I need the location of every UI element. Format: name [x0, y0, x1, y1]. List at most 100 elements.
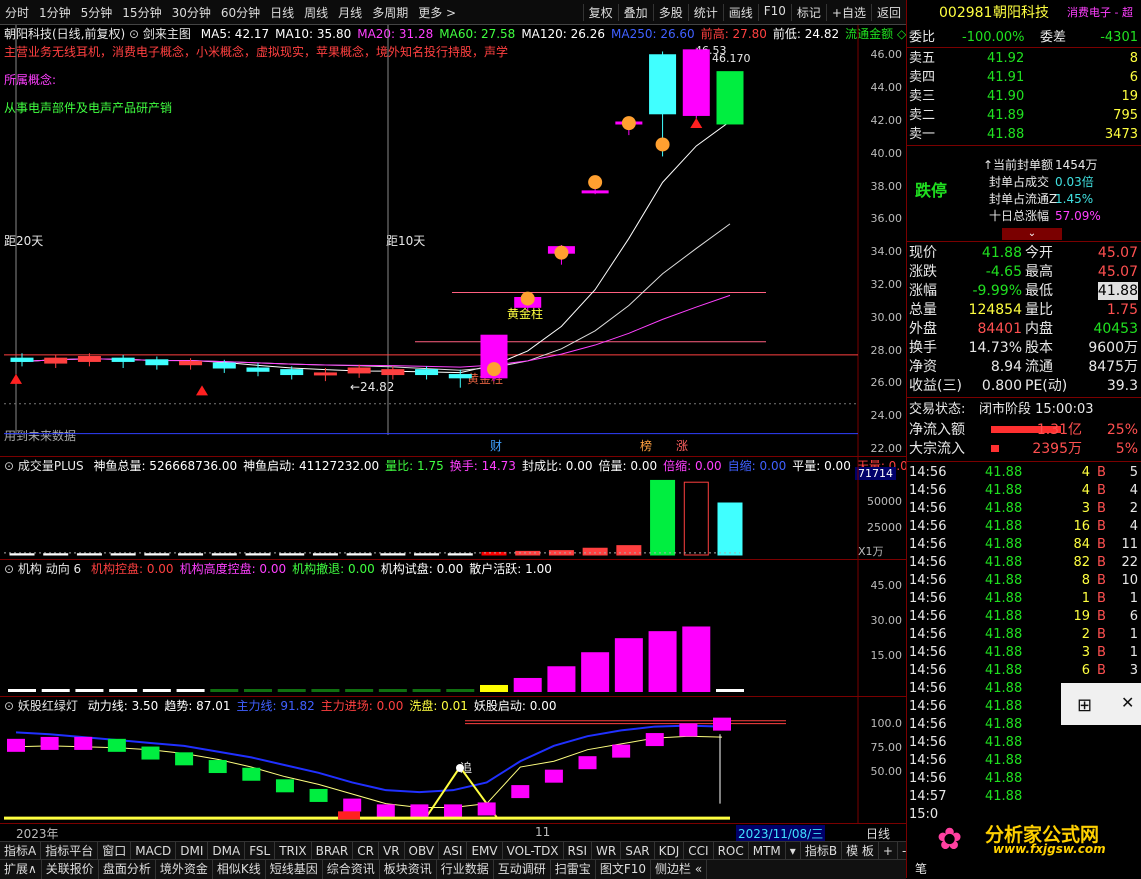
bottom-tab-3[interactable]: 境外资金: [156, 860, 213, 879]
bottom-tab-0[interactable]: 扩展∧: [0, 860, 42, 879]
ask-price: 41.90: [987, 89, 1025, 104]
ask-row: 卖三 41.90 19: [907, 88, 1141, 106]
period-tab-8[interactable]: 月线: [333, 4, 367, 21]
inflow-row: 大宗流入 2395万 5%: [907, 440, 1141, 458]
bottom-tab-12[interactable]: ASI: [439, 842, 468, 860]
bottom-tab-21[interactable]: MTM: [749, 842, 786, 860]
bottom-tab-5[interactable]: DMA: [208, 842, 246, 860]
tool-button-3[interactable]: 统计: [687, 3, 723, 21]
bottom-tab-10[interactable]: 扫雷宝: [551, 860, 596, 879]
order-ratio-row: 委比 -100.00% 委差 -4301: [907, 29, 1141, 47]
bottom-tab-9[interactable]: 互动调研: [494, 860, 551, 879]
candle-body: [44, 357, 68, 364]
bottom-tab-11[interactable]: 图文F10: [596, 860, 651, 879]
bottom-tab-13[interactable]: EMV: [467, 842, 503, 860]
period-tab-9[interactable]: 多周期: [367, 4, 413, 21]
period-tab-1[interactable]: 1分钟: [34, 4, 76, 21]
tool-button-5[interactable]: F10: [757, 3, 791, 21]
period-tab-5[interactable]: 60分钟: [216, 4, 265, 21]
tick-time: 14:56: [909, 681, 947, 696]
tool-button-4[interactable]: 画线: [722, 3, 758, 21]
windows-icon[interactable]: ⊞: [1077, 695, 1092, 716]
bottom-tab-2[interactable]: 盘面分析: [99, 860, 156, 879]
bottom-tab-5[interactable]: 短线基因: [266, 860, 323, 879]
tick-row: 14:56 41.88 1 B 1: [907, 590, 1141, 608]
period-tab-10[interactable]: 更多 >: [413, 4, 461, 21]
volume-panel: ⊙ 成交量PLUS 神鱼总量: 526668736.00 神鱼启动: 411272…: [0, 457, 915, 560]
tool-button-7[interactable]: +自选: [825, 3, 871, 21]
bottom-tab-8[interactable]: 行业数据: [437, 860, 494, 879]
tool-button-0[interactable]: 复权: [582, 3, 618, 21]
collapse-icon[interactable]: ⌄: [1002, 228, 1062, 240]
bottom-tab-12[interactable]: 侧边栏 «: [651, 860, 708, 879]
seal-value: 57.09%: [1055, 209, 1101, 223]
bottom-tab-0[interactable]: 指标A: [0, 842, 42, 860]
volume-bar: [9, 553, 35, 556]
bottom-tab-20[interactable]: ROC: [714, 842, 749, 860]
period-tab-3[interactable]: 15分钟: [117, 4, 166, 21]
period-tab-2[interactable]: 5分钟: [76, 4, 118, 21]
candle-body: [77, 356, 101, 362]
tool-button-6[interactable]: 标记: [790, 3, 826, 21]
period-tab-0[interactable]: 分时: [0, 4, 34, 21]
tick-row: 14:56 41.88 3 B 1: [907, 644, 1141, 662]
sector-tag[interactable]: 消费电子 - 超: [1067, 4, 1133, 22]
stat-label: 涨跌: [909, 264, 937, 280]
bottom-tab-3[interactable]: MACD: [131, 842, 177, 860]
tick-row: 14:57 41.88: [907, 788, 1141, 806]
tool-button-2[interactable]: 多股: [652, 3, 688, 21]
windows-popup[interactable]: ⊞ ✕: [1061, 683, 1141, 725]
bottom-tab-11[interactable]: OBV: [405, 842, 440, 860]
bottom-tab-22[interactable]: ▾: [786, 842, 801, 860]
bottom-tab-8[interactable]: BRAR: [312, 842, 354, 860]
ask-row: 卖五 41.92 8: [907, 50, 1141, 68]
tick-time: 14:56: [909, 537, 947, 552]
candle-body: [448, 374, 472, 379]
signal-box: [175, 752, 194, 766]
stat-label: 收益(三): [909, 378, 962, 394]
tick-volume: 1: [1081, 591, 1090, 606]
bottom-tab-6[interactable]: FSL: [245, 842, 276, 860]
stat-value: 124854: [968, 302, 1022, 318]
buy-signal-icon: [520, 291, 535, 306]
inflow-pct: 25%: [1106, 422, 1138, 438]
bottom-tab-6[interactable]: 综合资讯: [323, 860, 380, 879]
bottom-tab-10[interactable]: VR: [379, 842, 405, 860]
bottom-tab-4[interactable]: DMI: [176, 842, 209, 860]
price-chart-svg: [4, 25, 859, 456]
period-tab-7[interactable]: 周线: [299, 4, 333, 21]
bottom-tab-14[interactable]: VOL-TDX: [503, 842, 564, 860]
divider: [907, 461, 1141, 462]
bottom-tab-24[interactable]: 模 板: [842, 842, 879, 860]
tick-mode-label[interactable]: 笔: [915, 860, 927, 877]
bottom-tab-15[interactable]: RSI: [564, 842, 593, 860]
bottom-tab-25[interactable]: +: [879, 842, 898, 860]
tool-button-8[interactable]: 返回: [870, 3, 906, 21]
bottom-tab-1[interactable]: 指标平台: [41, 842, 99, 860]
signal-box: [511, 785, 530, 799]
bottom-tab-17[interactable]: SAR: [621, 842, 655, 860]
period-mode[interactable]: 日线: [866, 825, 890, 842]
period-tab-6[interactable]: 日线: [265, 4, 299, 21]
candle: [111, 354, 135, 368]
bottom-tab-16[interactable]: WR: [592, 842, 622, 860]
bottom-tab-23[interactable]: 指标B: [801, 842, 843, 860]
bottom-tab-19[interactable]: CCI: [684, 842, 714, 860]
tool-button-1[interactable]: 叠加: [617, 3, 653, 21]
ask-label: 卖五: [909, 51, 936, 66]
bottom-tab-18[interactable]: KDJ: [655, 842, 685, 860]
period-toolbar: 分时 1分钟 5分钟 15分钟 30分钟 60分钟 日线 周线 月线 多周期 更多 > 复权 叠加 多股…: [0, 0, 906, 25]
bottom-tab-4[interactable]: 相似K线: [213, 860, 266, 879]
bottom-tab-9[interactable]: CR: [353, 842, 379, 860]
warning-triangle-icon: [10, 373, 22, 384]
stat-row: 涨跌 -4.65 最高 45.07: [907, 263, 1141, 281]
close-icon[interactable]: ✕: [1121, 693, 1134, 712]
institution-bar: [446, 689, 475, 692]
period-tab-4[interactable]: 30分钟: [167, 4, 216, 21]
bottom-tab-1[interactable]: 关联报价: [42, 860, 99, 879]
institution-bar: [648, 631, 677, 692]
bottom-tab-2[interactable]: 窗口: [98, 842, 132, 860]
bottom-tab-7[interactable]: TRIX: [275, 842, 312, 860]
period-tabs: 分时 1分钟 5分钟 15分钟 30分钟 60分钟 日线 周线 月线 多周期 更多 >: [0, 4, 461, 21]
bottom-tab-7[interactable]: 板块资讯: [380, 860, 437, 879]
